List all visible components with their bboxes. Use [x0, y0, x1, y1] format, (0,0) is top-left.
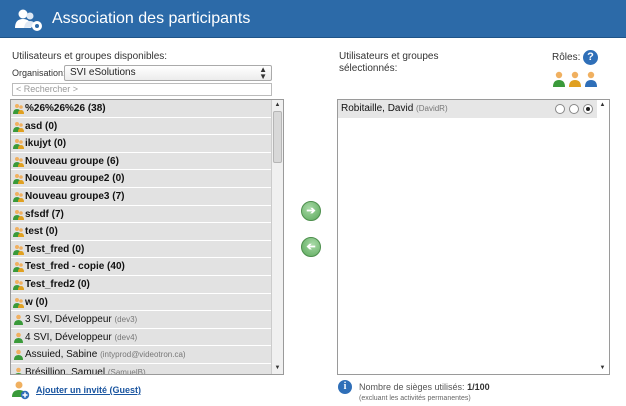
available-label: Utilisateurs et groupes disponibles: — [12, 51, 168, 62]
group-list-item[interactable]: w (0) — [11, 293, 272, 312]
group-icon — [13, 279, 24, 290]
list-item-label: Test_fred - copie (40) — [25, 261, 125, 273]
help-icon[interactable]: ? — [583, 50, 598, 65]
list-item-login: (SamuelB) — [107, 367, 146, 375]
list-item-label: sfsdf (7) — [25, 208, 64, 220]
selected-user-name: Robitaille, David — [341, 103, 414, 114]
scroll-up-icon[interactable]: ▲ — [272, 100, 283, 111]
dialog-header: Association des participants — [0, 0, 626, 38]
seats-value: 1/100 — [467, 382, 490, 392]
add-selected-button[interactable]: ➔ — [301, 201, 321, 221]
group-list-item[interactable]: ikujyt (0) — [11, 135, 272, 153]
group-list-item[interactable]: Nouveau groupe2 (0) — [11, 170, 272, 188]
user-list-item[interactable]: 4 SVI, Développeur (dev4) — [11, 328, 272, 347]
group-icon — [13, 174, 24, 185]
scroll-thumb[interactable] — [273, 111, 282, 163]
add-guest-link[interactable]: Ajouter un invité (Guest) — [36, 385, 141, 395]
group-icon — [13, 262, 24, 273]
role-radio-3[interactable] — [583, 104, 593, 114]
add-guest-icon[interactable] — [12, 380, 30, 400]
group-list-item[interactable]: %26%26%26 (38) — [11, 100, 272, 118]
list-item-label: 3 SVI, Développeur — [25, 314, 112, 326]
list-item-label: Test_fred (0) — [25, 243, 85, 255]
user-list-item[interactable]: 3 SVI, Développeur (dev3) — [11, 311, 272, 329]
group-list-item[interactable]: Test_fred - copie (40) — [11, 258, 272, 276]
role-users-icon — [553, 71, 597, 87]
group-icon — [13, 244, 24, 255]
group-list-item[interactable]: Nouveau groupe (6) — [11, 152, 272, 171]
group-icon — [13, 191, 24, 202]
list-item-label: Nouveau groupe (6) — [25, 155, 119, 167]
group-icon — [13, 209, 24, 220]
select-arrows-icon: ▲ ▼ — [259, 65, 267, 81]
available-scrollbar[interactable]: ▲ ▼ — [271, 100, 283, 374]
list-item-label: 4 SVI, Développeur — [25, 331, 112, 343]
selected-scrollbar[interactable]: ▲ ▼ — [597, 100, 609, 374]
selected-label-line1: Utilisateurs et groupes — [339, 51, 439, 62]
list-item-label: asd (0) — [25, 120, 58, 132]
info-icon: i — [338, 380, 352, 394]
seats-note: (excluant les activités permanentes) — [359, 395, 471, 402]
group-list-item[interactable]: Test_fred (0) — [11, 240, 272, 259]
list-item-label: ikujyt (0) — [25, 138, 67, 150]
list-item-login: (dev4) — [114, 332, 138, 342]
seats-used: Nombre de sièges utilisés: 1/100 — [359, 382, 490, 392]
group-list-item[interactable]: test (0) — [11, 223, 272, 241]
role-radio-2[interactable] — [569, 104, 579, 114]
group-icon — [13, 227, 24, 238]
organisation-label: Organisation: — [12, 68, 66, 78]
list-item-label: Nouveau groupe3 (7) — [25, 190, 125, 202]
list-item-label: w (0) — [25, 296, 48, 308]
group-icon — [13, 156, 24, 167]
user-icon — [14, 314, 23, 326]
user-icon — [14, 332, 23, 343]
group-list-item[interactable]: Test_fred2 (0) — [11, 275, 272, 294]
users-gear-icon — [15, 9, 42, 31]
selected-user-login: (DavidR) — [416, 104, 448, 113]
group-icon — [13, 104, 24, 114]
scroll-down-icon[interactable]: ▼ — [597, 363, 608, 374]
group-icon — [13, 297, 24, 308]
group-list-item[interactable]: sfsdf (7) — [11, 205, 272, 224]
selected-row[interactable]: Robitaille, David (DavidR) — [338, 100, 598, 118]
available-list: %26%26%26 (38) asd (0) ikujyt (0) Nouveau g… — [10, 99, 284, 375]
organisation-select[interactable]: SVI eSolutions ▲ ▼ — [64, 65, 272, 81]
roles-label: Rôles: — [552, 52, 581, 63]
group-list-item[interactable]: asd (0) — [11, 117, 272, 136]
group-icon — [13, 121, 24, 132]
group-list-item[interactable]: Nouveau groupe3 (7) — [11, 187, 272, 206]
remove-selected-button[interactable]: ➔ — [301, 237, 321, 257]
user-list-item[interactable]: Brésillion, Samuel (SamuelB) — [11, 363, 272, 375]
group-icon — [13, 139, 24, 150]
user-list-item[interactable]: Assuied, Sabine (intyprod@videotron.ca) — [11, 346, 272, 364]
list-item-label: %26%26%26 (38) — [25, 103, 106, 114]
seats-label: Nombre de sièges utilisés: — [359, 382, 465, 392]
list-item-label: Assuied, Sabine — [25, 349, 98, 361]
list-item-login: (intyprod@videotron.ca) — [100, 350, 186, 360]
organisation-value: SVI eSolutions — [70, 67, 136, 78]
scroll-down-icon[interactable]: ▼ — [272, 363, 283, 374]
user-icon — [15, 367, 22, 374]
selected-label-line2: sélectionnés: — [339, 63, 398, 74]
role-radio-1[interactable] — [555, 104, 565, 114]
scroll-up-icon[interactable]: ▲ — [597, 100, 608, 111]
list-item-label: Nouveau groupe2 (0) — [25, 173, 125, 185]
dialog-title: Association des participants — [52, 10, 251, 27]
available-items: %26%26%26 (38) asd (0) ikujyt (0) Nouveau g… — [11, 100, 272, 375]
list-item-login: (dev3) — [114, 315, 138, 325]
selected-list: Robitaille, David (DavidR) ▲ ▼ — [337, 99, 610, 375]
search-input[interactable]: < Rechercher > — [12, 83, 272, 96]
list-item-label: Brésillion, Samuel — [25, 366, 106, 375]
list-item-label: Test_fred2 (0) — [25, 278, 90, 290]
user-icon — [14, 350, 23, 361]
list-item-label: test (0) — [25, 226, 58, 238]
